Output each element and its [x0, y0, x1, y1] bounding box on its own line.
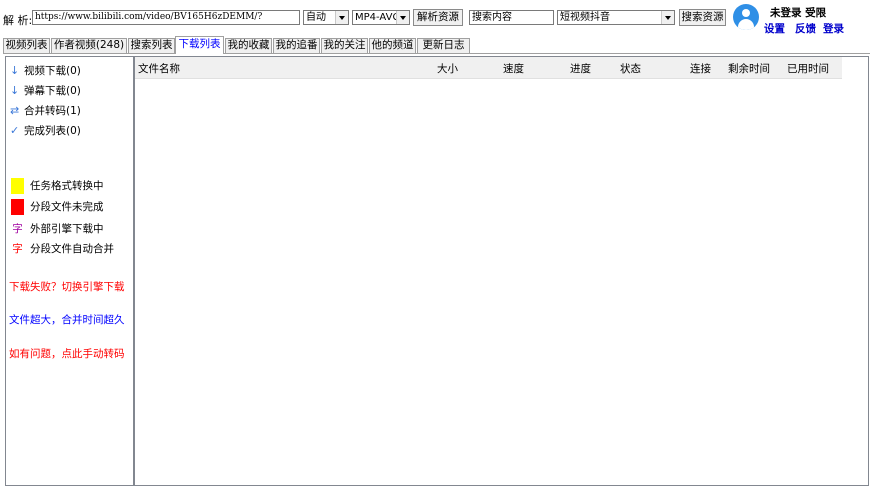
tab-underline [3, 53, 870, 54]
column-header-elapsed-time[interactable]: 已用时间 [787, 61, 829, 76]
queue-item-label: 视频下载(0) [24, 65, 81, 77]
tab-author-videos[interactable]: 作者视频(248) [51, 38, 127, 53]
quality-select[interactable]: 自动 [303, 10, 349, 25]
feedback-link[interactable]: 反馈 [795, 21, 816, 36]
table-header: 文件名称 大小 速度 进度 状态 连接 剩余时间 已用时间 [135, 57, 842, 79]
login-link[interactable]: 登录 [823, 21, 844, 36]
search-input[interactable]: 搜索内容 [469, 10, 554, 25]
chevron-down-icon[interactable] [661, 11, 674, 24]
merge-arrows-icon: ⇄ [10, 104, 20, 117]
search-button[interactable]: 搜索资源 [679, 9, 726, 26]
chevron-down-icon[interactable] [335, 11, 348, 24]
tab-video-list[interactable]: 视频列表 [3, 38, 50, 53]
checkmark-icon: ✓ [10, 124, 20, 137]
avatar-icon[interactable] [733, 4, 759, 30]
queue-item-completed[interactable]: ✓ 完成列表(0) [10, 123, 81, 138]
large-file-note: 文件超大，合并时间超久 [9, 314, 125, 326]
tab-my-follows[interactable]: 我的关注 [321, 38, 368, 53]
arrow-down-icon: ↓ [10, 84, 20, 97]
queue-item-label: 合并转码(1) [24, 105, 81, 117]
settings-link[interactable]: 设置 [764, 21, 785, 36]
char-glyph-icon: 字 [12, 223, 23, 235]
column-header-filename[interactable]: 文件名称 [138, 61, 180, 76]
tab-download-list[interactable]: 下载列表 [175, 36, 224, 54]
tab-my-favorites[interactable]: 我的收藏 [225, 38, 272, 53]
chevron-down-icon[interactable] [396, 11, 409, 24]
char-glyph-icon: 字 [12, 243, 23, 255]
column-header-progress[interactable]: 进度 [570, 61, 591, 76]
red-swatch [11, 199, 24, 215]
login-status: 未登录 受限 [770, 7, 827, 19]
download-list-table[interactable]: 文件名称 大小 速度 进度 状态 连接 剩余时间 已用时间 [134, 56, 869, 486]
tab-his-channel[interactable]: 他的频道 [369, 38, 416, 53]
legend-auto-merge: 字分段文件自动合并 [11, 241, 114, 256]
yellow-swatch [11, 178, 24, 194]
parse-button[interactable]: 解析资源 [413, 9, 463, 26]
queue-item-danmaku-download[interactable]: ↓ 弹幕下载(0) [10, 83, 81, 98]
quality-select-value: 自动 [306, 12, 326, 23]
search-source-select[interactable]: 短视频抖音 [557, 10, 675, 25]
download-queue-pane: ↓ 视频下载(0) ↓ 弹幕下载(0) ⇄ 合并转码(1) ✓ 完成列表(0) 任务格式… [5, 56, 134, 486]
column-header-connections[interactable]: 连接 [690, 61, 711, 76]
codec-select-value: MP4-AVC [355, 12, 400, 23]
tab-search-list[interactable]: 搜索列表 [128, 38, 175, 53]
column-header-size[interactable]: 大小 [437, 61, 458, 76]
legend-label: 分段文件未完成 [30, 201, 104, 213]
queue-item-video-download[interactable]: ↓ 视频下载(0) [10, 63, 81, 78]
queue-item-label: 完成列表(0) [24, 125, 81, 137]
search-source-value: 短视频抖音 [560, 12, 610, 23]
legend-label: 任务格式转换中 [30, 180, 104, 192]
legend-incomplete: 分段文件未完成 [11, 199, 104, 215]
queue-item-label: 弹幕下载(0) [24, 85, 81, 97]
legend-converting: 任务格式转换中 [11, 178, 104, 194]
tab-my-anime[interactable]: 我的追番 [273, 38, 320, 53]
switch-engine-link[interactable]: 下载失败？切换引擎下载 [9, 279, 125, 294]
legend-label: 分段文件自动合并 [30, 243, 114, 255]
codec-select[interactable]: MP4-AVC [352, 10, 410, 25]
column-header-remaining-time[interactable]: 剩余时间 [728, 61, 770, 76]
column-header-status[interactable]: 状态 [620, 61, 641, 76]
avatar-head [742, 9, 750, 17]
url-input[interactable]: https://www.bilibili.com/video/BV165H6zD… [32, 10, 300, 25]
manual-transcode-link[interactable]: 如有问题，点此手动转码 [9, 346, 125, 361]
tab-changelog[interactable]: 更新日志 [417, 38, 470, 53]
queue-item-merge-transcode[interactable]: ⇄ 合并转码(1) [10, 103, 81, 118]
parse-label: 解 析: [3, 14, 33, 27]
avatar-body [738, 19, 754, 30]
legend-external-engine: 字外部引擎下载中 [11, 221, 104, 236]
legend-label: 外部引擎下载中 [30, 223, 104, 235]
arrow-down-icon: ↓ [10, 64, 20, 77]
column-header-speed[interactable]: 速度 [503, 61, 524, 76]
